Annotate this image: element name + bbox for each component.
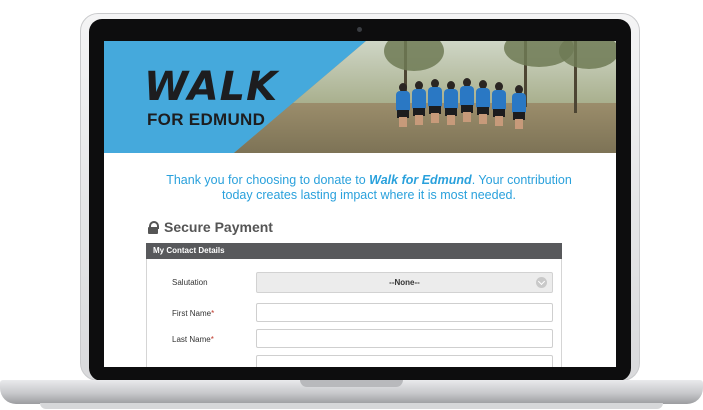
required-asterisk: * (210, 335, 214, 344)
first-name-label-text: First Name (172, 309, 212, 318)
first-name-label: First Name* (172, 309, 214, 318)
salutation-value: --None-- (389, 278, 420, 287)
logo-subtitle: FOR EDMUND (147, 110, 266, 129)
salutation-label: Salutation (172, 278, 208, 287)
salutation-select[interactable]: --None-- (256, 272, 553, 293)
contact-details-header: My Contact Details (146, 243, 562, 259)
form-right-border (561, 259, 562, 367)
last-name-label: Last Name* (172, 335, 214, 344)
form-left-border (146, 259, 147, 367)
laptop-notch (300, 380, 403, 387)
next-field-partial[interactable] (256, 355, 553, 367)
camera-icon (357, 27, 362, 32)
intro-highlight: Walk for Edmund (369, 173, 472, 187)
first-name-field[interactable] (256, 303, 553, 322)
section-title: My Contact Details (153, 246, 225, 255)
browser-screen: WALK FOR EDMUND Thank you for choosing t… (104, 41, 616, 367)
secure-payment-heading: Secure Payment (148, 219, 273, 235)
laptop-base-shadow (40, 403, 663, 409)
intro-text-before: Thank you for choosing to donate to (166, 173, 370, 187)
lock-icon (148, 220, 159, 234)
hero-banner: WALK FOR EDMUND (104, 41, 616, 153)
last-name-field[interactable] (256, 329, 553, 348)
last-name-label-text: Last Name (172, 335, 211, 344)
chevron-down-icon (536, 277, 547, 288)
required-asterisk: * (211, 309, 215, 318)
secure-payment-title: Secure Payment (164, 219, 273, 235)
thank-you-message: Thank you for choosing to donate to Walk… (164, 173, 574, 203)
logo-walk-text: WALK (144, 64, 279, 110)
